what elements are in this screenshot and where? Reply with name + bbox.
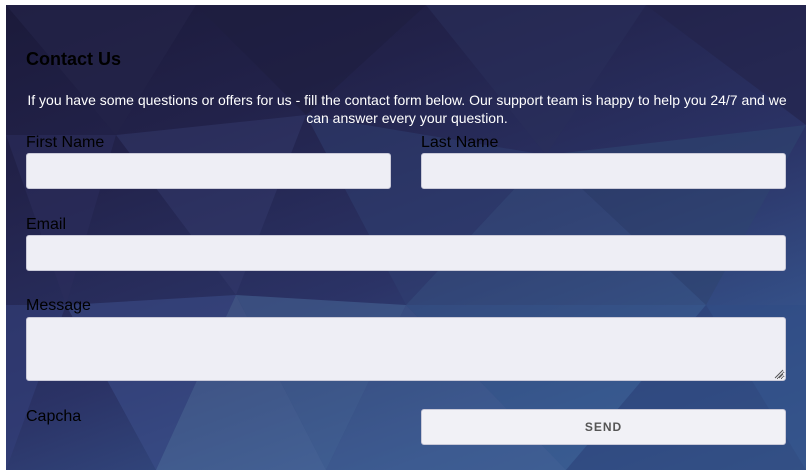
form-intro-text: If you have some questions or offers for… — [27, 92, 787, 126]
send-button[interactable]: SEND — [421, 409, 786, 445]
contact-form: Contact Us If you have some questions or… — [6, 5, 806, 470]
captcha-label: Capcha — [26, 408, 82, 425]
form-title: Contact Us — [26, 49, 122, 69]
message-label: Message — [26, 297, 91, 314]
contact-section: Contact Us If you have some questions or… — [6, 5, 806, 470]
first-name-label: First Name — [26, 134, 105, 151]
message-textarea[interactable] — [26, 317, 786, 381]
email-input[interactable] — [26, 235, 786, 271]
resize-handle-icon[interactable] — [774, 369, 784, 379]
last-name-input[interactable] — [421, 153, 786, 189]
last-name-label: Last Name — [421, 134, 499, 151]
first-name-input[interactable] — [26, 153, 391, 189]
email-label: Email — [26, 216, 67, 233]
